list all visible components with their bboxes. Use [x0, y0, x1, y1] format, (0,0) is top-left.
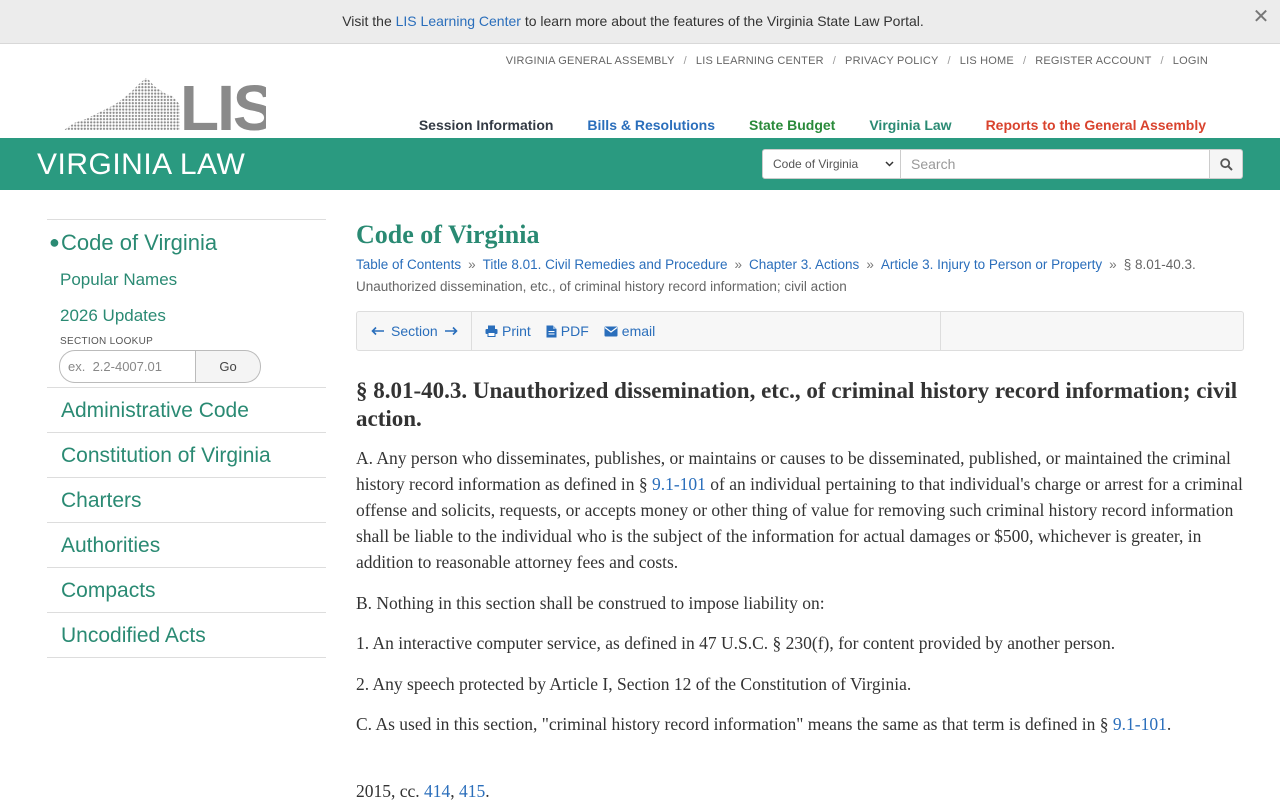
- chevron-down-icon: [885, 161, 894, 167]
- sidebar: ● Code of Virginia Popular Names 2026 Up…: [47, 219, 326, 658]
- section-lookup-input[interactable]: [59, 350, 196, 383]
- search-scope-value: Code of Virginia: [773, 157, 859, 171]
- section-actions: Print PDF email: [472, 312, 941, 350]
- utility-link-learning-center[interactable]: LIS LEARNING CENTER: [696, 55, 824, 67]
- history-text: .: [485, 781, 490, 800]
- nav-session-information[interactable]: Session Information: [419, 117, 554, 133]
- sidebar-item-charters[interactable]: Charters: [47, 477, 326, 522]
- pdf-file-icon: [546, 325, 557, 337]
- pdf-button[interactable]: PDF: [546, 323, 589, 339]
- paragraph-c: C. As used in this section, "criminal hi…: [356, 711, 1248, 737]
- breadcrumb-article[interactable]: Article 3. Injury to Person or Property: [881, 257, 1102, 272]
- breadcrumb-table-of-contents[interactable]: Table of Contents: [356, 257, 461, 272]
- paragraph-b-2: 2. Any speech protected by Article I, Se…: [356, 674, 912, 694]
- utility-separator: /: [683, 55, 687, 67]
- paragraph-b: B. Nothing in this section shall be cons…: [356, 593, 825, 613]
- breadcrumb-title[interactable]: Title 8.01. Civil Remedies and Procedure: [483, 257, 728, 272]
- utility-link-login[interactable]: LOGIN: [1173, 55, 1208, 67]
- pdf-label: PDF: [560, 323, 589, 339]
- nav-bills-resolutions[interactable]: Bills & Resolutions: [587, 117, 715, 133]
- virginia-map-logo-icon: LIS: [64, 72, 276, 144]
- chapter-link-414[interactable]: 414: [424, 781, 450, 800]
- search-form: Code of Virginia: [762, 149, 1243, 179]
- section-heading: § 8.01-40.3. Unauthorized dissemination,…: [356, 378, 1238, 431]
- sidebar-item-constitution[interactable]: Constitution of Virginia: [47, 432, 326, 477]
- page-title: Code of Virginia: [356, 220, 540, 249]
- nav-virginia-law[interactable]: Virginia Law: [869, 117, 951, 133]
- sidebar-item-administrative-code[interactable]: Administrative Code: [47, 387, 326, 432]
- utility-separator: /: [832, 55, 837, 67]
- utility-link-general-assembly[interactable]: VIRGINIA GENERAL ASSEMBLY: [506, 55, 675, 67]
- arrow-right-icon[interactable]: [444, 326, 458, 336]
- sidebar-item-uncodified-acts[interactable]: Uncodified Acts: [47, 612, 326, 657]
- breadcrumb-separator: »: [468, 257, 476, 272]
- print-button[interactable]: Print: [485, 323, 531, 339]
- breadcrumb-separator: »: [734, 257, 742, 272]
- breadcrumb-chapter[interactable]: Chapter 3. Actions: [749, 257, 859, 272]
- paragraph-b-1: 1. An interactive computer service, as d…: [356, 633, 1116, 653]
- search-button[interactable]: [1210, 149, 1243, 179]
- bullet-icon: ●: [49, 232, 60, 252]
- utility-link-privacy-policy[interactable]: PRIVACY POLICY: [845, 55, 938, 67]
- chapter-link-415[interactable]: 415: [459, 781, 485, 800]
- section-link-9-1-101[interactable]: 9.1-101: [1113, 714, 1167, 734]
- history-note: 2015, cc. 414, 415.: [356, 778, 1248, 800]
- breadcrumb-separator: »: [866, 257, 874, 272]
- section-title: VIRGINIA LAW: [37, 148, 246, 181]
- paragraph-c-text: C. As used in this section, "criminal hi…: [356, 714, 1113, 734]
- print-label: Print: [502, 323, 531, 339]
- section-lookup-label: SECTION LOOKUP: [60, 336, 154, 347]
- banner-suffix: to learn more about the features of the …: [520, 13, 924, 29]
- paragraph-a: A. Any person who disseminates, publishe…: [356, 445, 1248, 575]
- sidebar-item-compacts[interactable]: Compacts: [47, 567, 326, 612]
- email-button[interactable]: email: [604, 323, 655, 339]
- section-lookup-go-button[interactable]: Go: [196, 350, 261, 383]
- sidebar-subitem-popular-names[interactable]: Popular Names: [47, 262, 326, 298]
- utility-link-register-account[interactable]: REGISTER ACCOUNT: [1035, 55, 1151, 67]
- banner-text: Visit the LIS Learning Center to learn m…: [0, 13, 1266, 29]
- breadcrumb: Table of Contents » Title 8.01. Civil Reme…: [356, 254, 1248, 298]
- announcement-banner: Visit the LIS Learning Center to learn m…: [0, 0, 1280, 44]
- arrow-left-icon[interactable]: [371, 326, 385, 336]
- svg-text:LIS: LIS: [180, 76, 266, 132]
- envelope-icon: [604, 326, 618, 336]
- breadcrumb-separator: »: [1109, 257, 1117, 272]
- nav-state-budget[interactable]: State Budget: [749, 117, 835, 133]
- utility-separator: /: [947, 55, 951, 67]
- history-text: ,: [450, 781, 460, 800]
- lis-logo[interactable]: LIS: [64, 72, 276, 144]
- email-label: email: [621, 323, 656, 339]
- lis-learning-center-link[interactable]: LIS Learning Center: [396, 13, 521, 29]
- sidebar-item-code-of-virginia[interactable]: ● Code of Virginia: [47, 220, 326, 262]
- paragraph-c-text: .: [1166, 714, 1172, 734]
- banner-prefix: Visit the: [342, 13, 396, 29]
- search-input[interactable]: [901, 149, 1210, 179]
- section-link-9-1-101[interactable]: 9.1-101: [652, 474, 706, 494]
- main-nav: Session Information Bills & Resolutions …: [419, 117, 1206, 133]
- history-text: 2015, cc.: [356, 781, 425, 800]
- section-lookup: Go: [59, 350, 261, 383]
- sidebar-item-authorities[interactable]: Authorities: [47, 522, 326, 567]
- utility-separator: /: [1160, 55, 1164, 67]
- sidebar-item-label: Code of Virginia: [61, 230, 218, 255]
- section-nav-label: Section: [391, 323, 438, 339]
- nav-reports[interactable]: Reports to the General Assembly: [986, 117, 1206, 133]
- utility-link-lis-home[interactable]: LIS HOME: [960, 55, 1014, 67]
- close-icon[interactable]: ✕: [1250, 6, 1272, 28]
- section-toolbar: Section Print PDF email: [356, 311, 1244, 351]
- utility-separator: /: [1022, 55, 1027, 67]
- sidebar-subitem-updates[interactable]: 2026 Updates: [47, 298, 326, 334]
- search-scope-select[interactable]: Code of Virginia: [762, 149, 901, 179]
- utility-nav: VIRGINIA GENERAL ASSEMBLY / LIS LEARNING …: [506, 55, 1208, 67]
- section-navigation: Section: [357, 312, 472, 350]
- main-content: Code of Virginia Table of Contents » Title…: [356, 219, 1248, 800]
- print-icon: [485, 325, 498, 337]
- virginia-law-bar: VIRGINIA LAW Code of Virginia: [0, 138, 1280, 190]
- search-icon: [1219, 157, 1233, 171]
